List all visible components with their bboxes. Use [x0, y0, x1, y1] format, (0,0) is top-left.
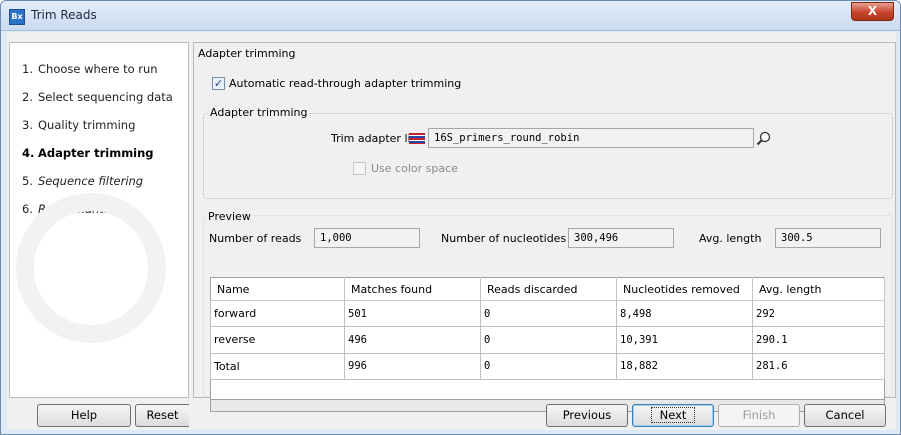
use-color-space-checkbox[interactable] — [353, 162, 366, 175]
section-title: Adapter trimming — [198, 47, 296, 60]
table-header-row: Name Matches found Reads discarded Nucle… — [210, 277, 885, 302]
cell-name: forward — [210, 300, 345, 328]
cell-discarded: 0 — [480, 300, 617, 328]
cell-avg-length: 290.1 — [752, 326, 885, 354]
close-button[interactable]: X — [851, 2, 894, 21]
table-row[interactable]: reverse 496 0 10,391 290.1 — [210, 326, 885, 354]
cell-name: Total — [210, 352, 345, 380]
previous-button[interactable]: Previous — [546, 404, 628, 427]
trim-reads-dialog: Bx Trim Reads X 1. Choose where to run 2.… — [0, 0, 901, 435]
auto-trim-checkbox[interactable]: ✓ — [212, 77, 225, 90]
table-row[interactable]: forward 501 0 8,498 292 — [210, 300, 885, 328]
avg-length-field: 300.5 — [775, 228, 881, 248]
cell-nuc-removed: 18,882 — [616, 352, 753, 380]
use-color-space-label: Use color space — [371, 162, 458, 175]
column-header[interactable]: Nucleotides removed — [616, 277, 753, 302]
trim-adapter-list-field[interactable]: 16S_primers_round_robin — [428, 128, 754, 148]
cell-avg-length: 292 — [752, 300, 885, 328]
num-reads-label: Number of reads — [209, 232, 302, 245]
trim-adapter-list-label: Trim adapter list — [331, 132, 421, 145]
step-sequence-filtering: 5. Sequence filtering — [22, 174, 144, 188]
cell-matches: 501 — [344, 300, 481, 328]
dialog-body: 1. Choose where to run 2. Select sequencin… — [7, 32, 896, 430]
next-button[interactable]: Next — [632, 404, 714, 427]
auto-trim-label: Automatic read-through adapter trimming — [229, 77, 462, 90]
column-header[interactable]: Matches found — [344, 277, 481, 302]
preview-label: Preview — [206, 210, 253, 223]
help-button[interactable]: Help — [37, 404, 131, 427]
browse-search-icon[interactable] — [756, 130, 772, 146]
cell-discarded: 0 — [480, 352, 617, 380]
wizard-steps-panel: 1. Choose where to run 2. Select sequencin… — [9, 42, 189, 398]
adapter-trimming-group: Adapter trimming Trim adapter list 16S_p… — [203, 106, 893, 199]
reset-button[interactable]: Reset — [135, 404, 189, 427]
adapter-list-icon — [409, 133, 425, 144]
preview-table: Name Matches found Reads discarded Nucle… — [210, 277, 885, 400]
num-nucleotides-label: Number of nucleotides — [441, 232, 567, 245]
watermark-logo-icon — [16, 193, 166, 343]
cell-discarded: 0 — [480, 326, 617, 354]
step-adapter-trimming: 4. Adapter trimming — [22, 146, 154, 160]
cell-matches: 996 — [344, 352, 481, 380]
column-header[interactable]: Reads discarded — [480, 277, 617, 302]
cell-nuc-removed: 10,391 — [616, 326, 753, 354]
column-header[interactable]: Avg. length — [752, 277, 885, 302]
step-quality-trimming: 3. Quality trimming — [22, 118, 136, 132]
cancel-button[interactable]: Cancel — [804, 404, 886, 427]
step-select-sequencing-data: 2. Select sequencing data — [22, 90, 173, 104]
avg-length-label: Avg. length — [699, 232, 762, 245]
finish-button[interactable]: Finish — [718, 404, 800, 427]
cell-nuc-removed: 8,498 — [616, 300, 753, 328]
next-button-label: Next — [650, 407, 696, 423]
num-reads-field: 1,000 — [314, 228, 420, 248]
title-bar: Bx Trim Reads X — [1, 1, 900, 31]
settings-panel: Adapter trimming ✓ Automatic read-throug… — [193, 42, 896, 412]
window-title: Trim Reads — [31, 8, 97, 22]
column-header[interactable]: Name — [210, 277, 345, 302]
cell-name: reverse — [210, 326, 345, 354]
cell-matches: 496 — [344, 326, 481, 354]
table-row[interactable]: Total 996 0 18,882 281.6 — [210, 352, 885, 380]
num-nucleotides-field: 300,496 — [568, 228, 674, 248]
adapter-group-label: Adapter trimming — [208, 106, 310, 119]
cell-avg-length: 281.6 — [752, 352, 885, 380]
app-icon: Bx — [9, 9, 25, 25]
step-choose-where-to-run: 1. Choose where to run — [22, 62, 158, 76]
table-empty-row — [211, 379, 885, 399]
